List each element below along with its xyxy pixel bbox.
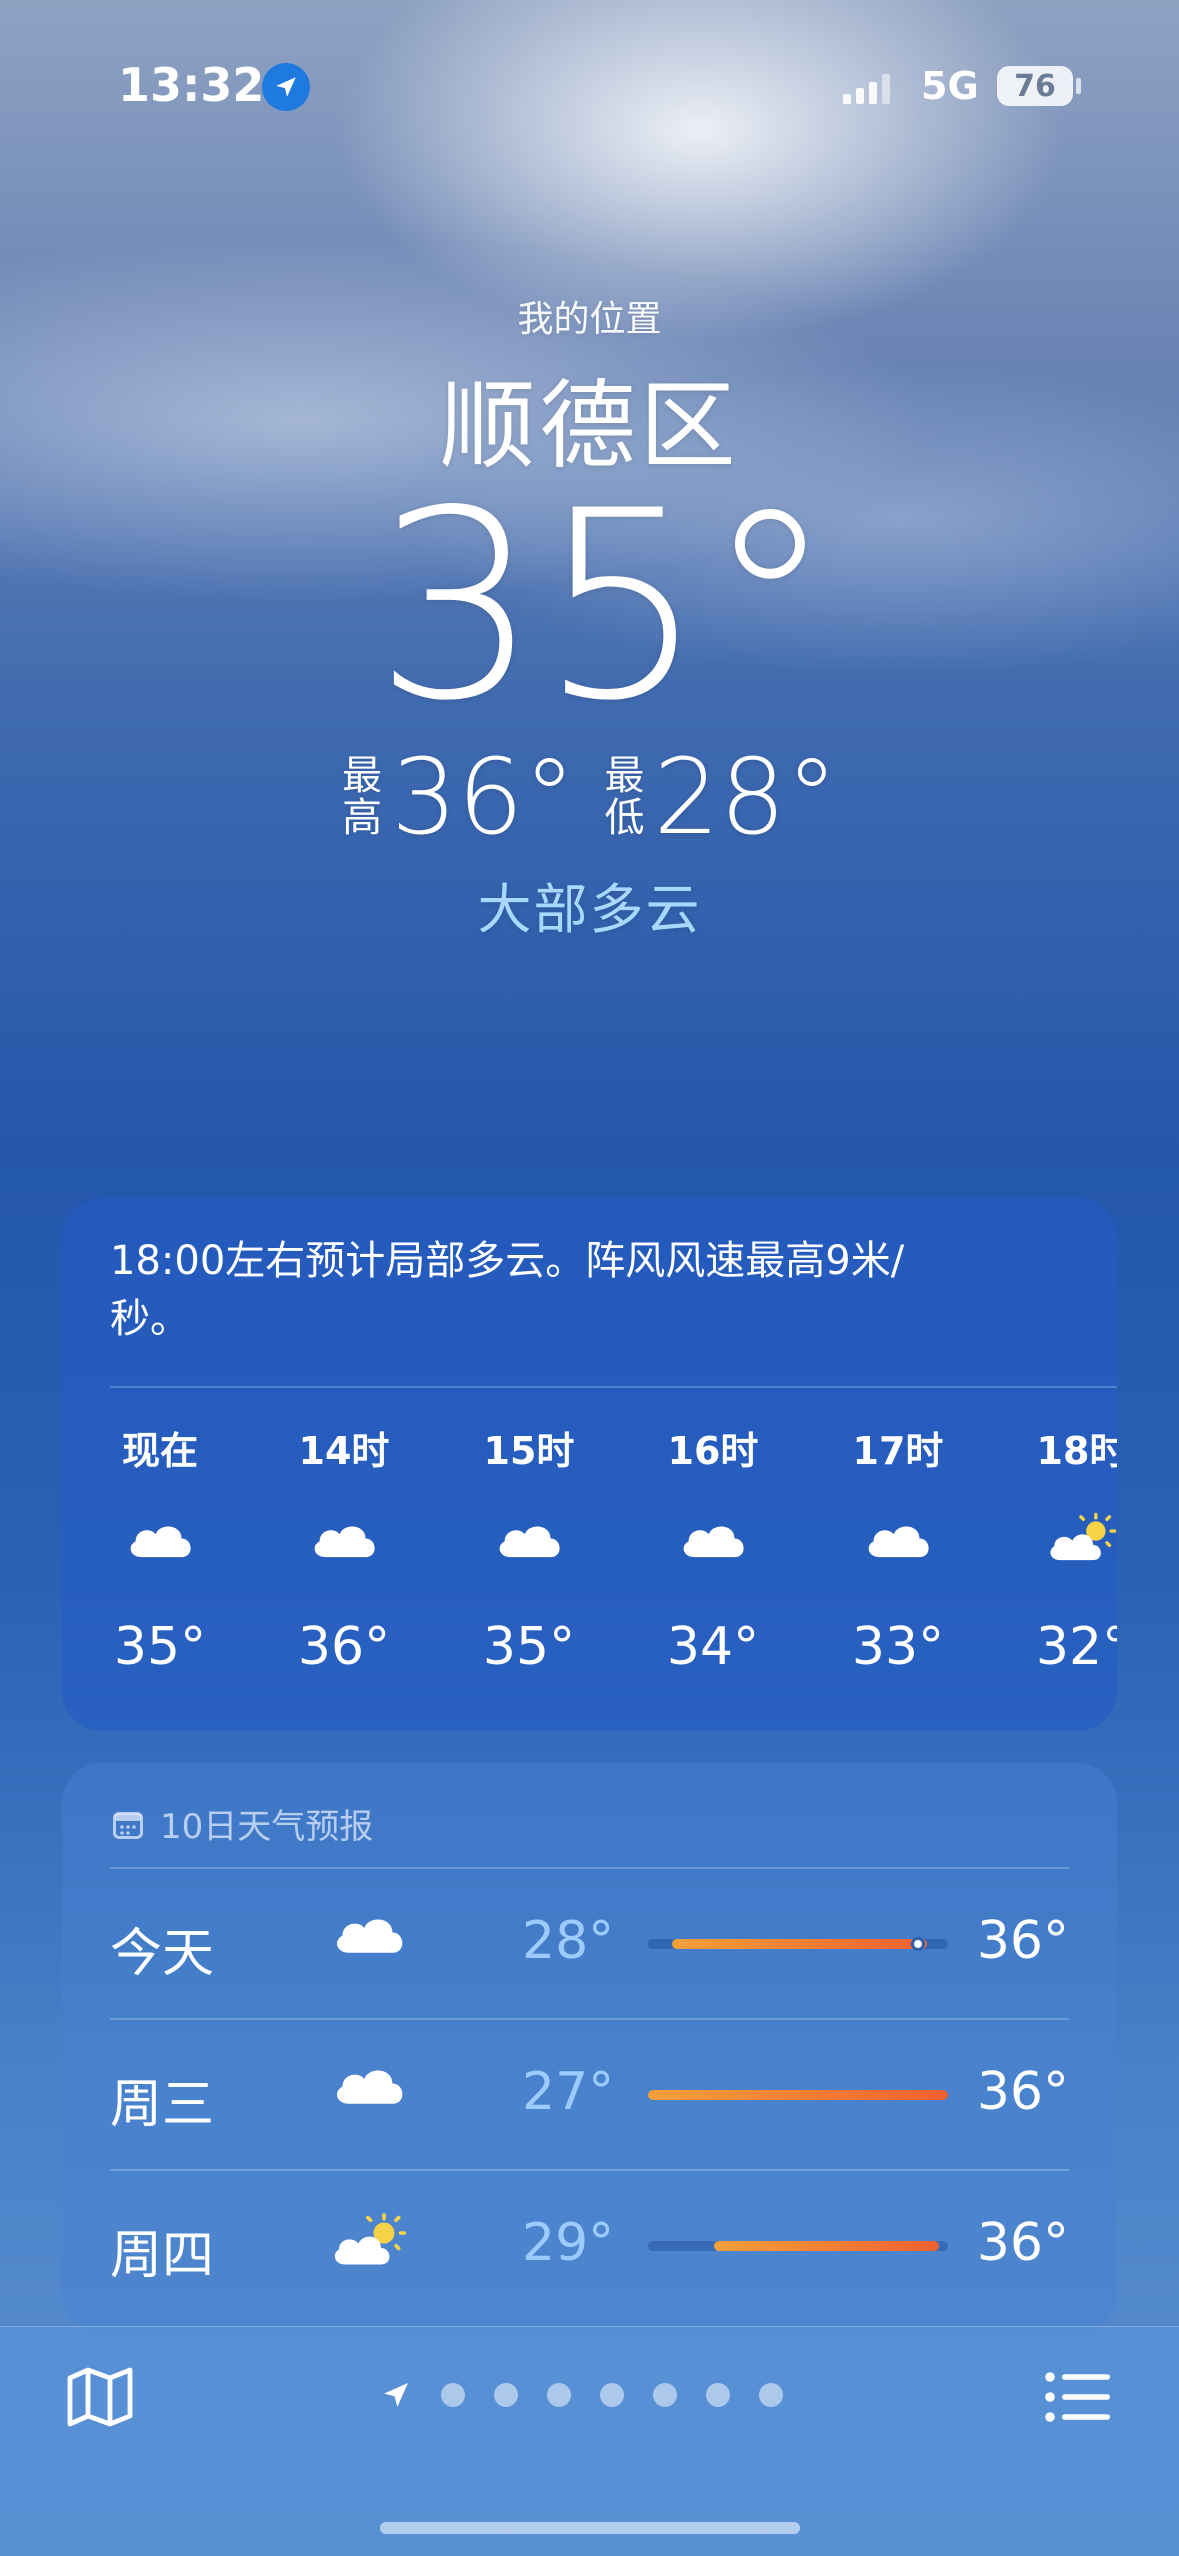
- hour-item: 14时 36°: [274, 1420, 414, 1677]
- day-high-temperature: 36°: [976, 2213, 1069, 2273]
- low-label: 最低: [604, 753, 645, 841]
- network-type: 5G: [921, 64, 979, 108]
- hour-item: 18时 32°: [1012, 1420, 1117, 1677]
- day-low-temperature: 28°: [522, 1911, 615, 1971]
- day-row[interactable]: 周四 29° 36°: [110, 2169, 1069, 2319]
- hour-label: 现在: [121, 1429, 198, 1473]
- hour-temperature: 36°: [297, 1617, 391, 1677]
- hour-item: 15时 35°: [459, 1420, 599, 1677]
- day-low-temperature: 27°: [522, 2062, 615, 2122]
- day-name: 周四: [110, 2226, 215, 2286]
- cloud-icon: [330, 1909, 408, 1960]
- cloud-icon: [828, 1503, 968, 1573]
- status-bar: 13:32 5G 76: [0, 0, 1179, 170]
- current-temperature: 35°: [374, 456, 835, 758]
- day-low-temperature: 29°: [522, 2213, 615, 2273]
- daily-header: 10日天气预报: [110, 1799, 373, 1848]
- current-weather: 我的位置 顺德区 35° 最高 36° 最低 28° 大部多云: [0, 290, 1179, 944]
- temperature-range-fill: [714, 2241, 939, 2251]
- page-dot[interactable]: [441, 2383, 465, 2407]
- page-dot[interactable]: [653, 2383, 677, 2407]
- signal-strength-icon: [843, 68, 890, 104]
- hour-temperature: 33°: [851, 1617, 945, 1677]
- page-indicator[interactable]: [380, 2379, 783, 2411]
- current-location-arrow-icon: [384, 2383, 408, 2407]
- hour-label: 15时: [483, 1429, 575, 1473]
- calendar-icon: [113, 1811, 143, 1839]
- divider: [110, 2169, 1069, 2171]
- partly-sunny-icon: [1012, 1503, 1117, 1573]
- high-temperature: 36°: [391, 736, 576, 858]
- map-icon: [67, 2367, 133, 2427]
- divider: [110, 2018, 1069, 2020]
- partly-sunny-icon: [330, 2211, 408, 2274]
- day-name: 周三: [110, 2075, 215, 2135]
- day-high-temperature: 36°: [976, 2062, 1069, 2122]
- forecast-summary: 18:00左右预计局部多云。阵风风速最高9米/秒。: [110, 1238, 905, 1342]
- temperature-range-bar: [648, 1937, 948, 1951]
- locations-list-button[interactable]: [1036, 2357, 1120, 2437]
- status-time: 13:32: [118, 58, 265, 112]
- battery-icon: [1076, 78, 1081, 94]
- hour-label: 14时: [298, 1429, 390, 1473]
- high-label: 最高: [342, 753, 383, 841]
- list-icon: [1045, 2372, 1110, 2422]
- hourly-forecast-card[interactable]: 18:00左右预计局部多云。阵风风速最高9米/秒。 现在 35° 14时 36° 15时…: [62, 1198, 1117, 1731]
- hour-label: 16时: [667, 1429, 759, 1473]
- cloud-icon: [330, 2060, 408, 2111]
- cloud-icon: [90, 1503, 230, 1573]
- temperature-range-bar: [648, 2090, 948, 2100]
- page-dot[interactable]: [494, 2383, 518, 2407]
- page-dot[interactable]: [759, 2383, 783, 2407]
- cloud-icon: [274, 1503, 414, 1573]
- day-row[interactable]: 今天 28° 36°: [110, 1867, 1069, 2017]
- map-button[interactable]: [60, 2357, 140, 2437]
- cloud-icon: [643, 1503, 783, 1573]
- hour-item: 17时 33°: [828, 1420, 968, 1677]
- day-name: 今天: [110, 1924, 215, 1984]
- battery-level: 76: [997, 66, 1073, 106]
- hour-item: 16时 34°: [643, 1420, 783, 1677]
- cloud-icon: [459, 1503, 599, 1573]
- page-dot[interactable]: [600, 2383, 624, 2407]
- condition-text: 大部多云: [477, 878, 702, 941]
- day-row[interactable]: 周三 27° 36°: [110, 2018, 1069, 2168]
- ten-day-forecast-card[interactable]: 10日天气预报 今天 28° 36° 周三 27° 36° 周四 29° 36°: [62, 1763, 1117, 2333]
- temperature-range-fill: [672, 1939, 927, 1949]
- divider: [110, 1386, 1117, 1388]
- low-temperature: 28°: [653, 736, 838, 858]
- high-low: 最高 36° 最低 28°: [0, 745, 1179, 849]
- hour-temperature: 32°: [1035, 1617, 1117, 1677]
- hour-temperature: 35°: [113, 1617, 207, 1677]
- home-indicator[interactable]: [380, 2522, 800, 2534]
- bottom-toolbar: [0, 2326, 1179, 2556]
- day-high-temperature: 36°: [976, 1911, 1069, 1971]
- hour-label: 18时: [1036, 1429, 1117, 1473]
- divider: [110, 1867, 1069, 1869]
- location-arrow-icon: [262, 63, 310, 111]
- page-dot[interactable]: [547, 2383, 571, 2407]
- temperature-range-bar: [648, 2241, 948, 2251]
- daily-header-label: 10日天气预报: [160, 1807, 374, 1847]
- hour-label: 17时: [852, 1429, 944, 1473]
- location-caption: 我的位置: [517, 299, 662, 340]
- hour-temperature: 35°: [482, 1617, 576, 1677]
- temperature-range-fill: [648, 2090, 948, 2100]
- current-temp-marker: [911, 1937, 925, 1951]
- hour-item: 现在 35°: [90, 1420, 230, 1677]
- hour-temperature: 34°: [666, 1617, 760, 1677]
- page-dot[interactable]: [706, 2383, 730, 2407]
